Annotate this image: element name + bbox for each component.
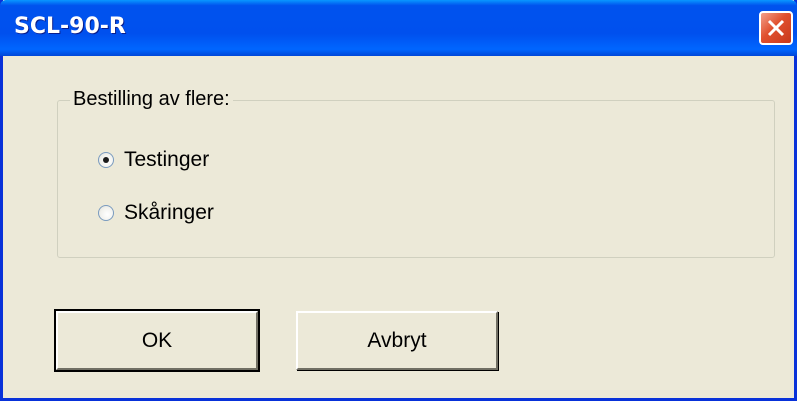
radio-option-skaringer[interactable]: Skåringer [98, 200, 214, 226]
radio-button-testinger[interactable] [98, 152, 114, 168]
group-legend: Bestilling av flere: [70, 88, 233, 111]
radio-label-skaringer: Skåringer [124, 201, 214, 224]
ok-button-label: OK [141, 328, 173, 352]
window-title: SCL-90-R [14, 14, 126, 39]
close-icon [767, 19, 785, 37]
dialog-window: SCL-90-R Bestilling av flere: Testinger … [0, 0, 797, 401]
radio-label-testinger: Testinger [124, 148, 210, 171]
radio-button-skaringer[interactable] [98, 205, 114, 221]
cancel-button[interactable]: Avbryt [296, 311, 498, 370]
radio-option-testinger[interactable]: Testinger [98, 147, 209, 173]
order-groupbox: Bestilling av flere: Testinger Skåringer [57, 88, 775, 258]
title-bar[interactable]: SCL-90-R [0, 0, 797, 56]
close-button[interactable] [759, 11, 793, 45]
ok-button[interactable]: OK [54, 309, 260, 372]
cancel-button-label: Avbryt [367, 328, 427, 352]
